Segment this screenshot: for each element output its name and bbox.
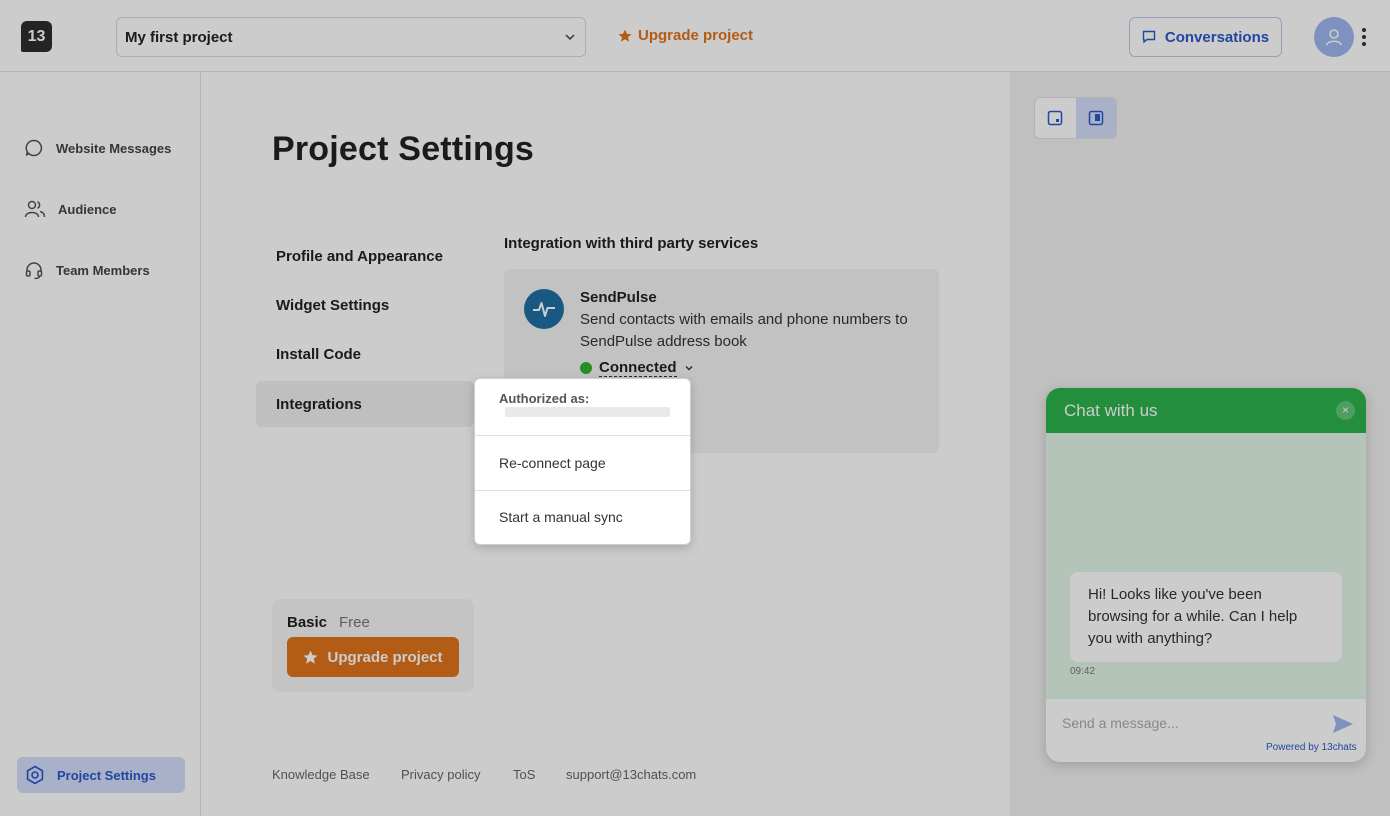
- integration-dropdown-menu: Authorized as: Re-connect page Start a m…: [474, 378, 691, 545]
- modal-overlay: [0, 0, 1390, 816]
- menu-item-reconnect-page[interactable]: Re-connect page: [499, 455, 606, 471]
- menu-divider: [475, 435, 690, 436]
- authorized-account-redacted: [505, 407, 670, 417]
- menu-divider: [475, 490, 690, 491]
- authorized-as-label: Authorized as:: [499, 391, 590, 406]
- menu-item-start-manual-sync[interactable]: Start a manual sync: [480, 495, 655, 538]
